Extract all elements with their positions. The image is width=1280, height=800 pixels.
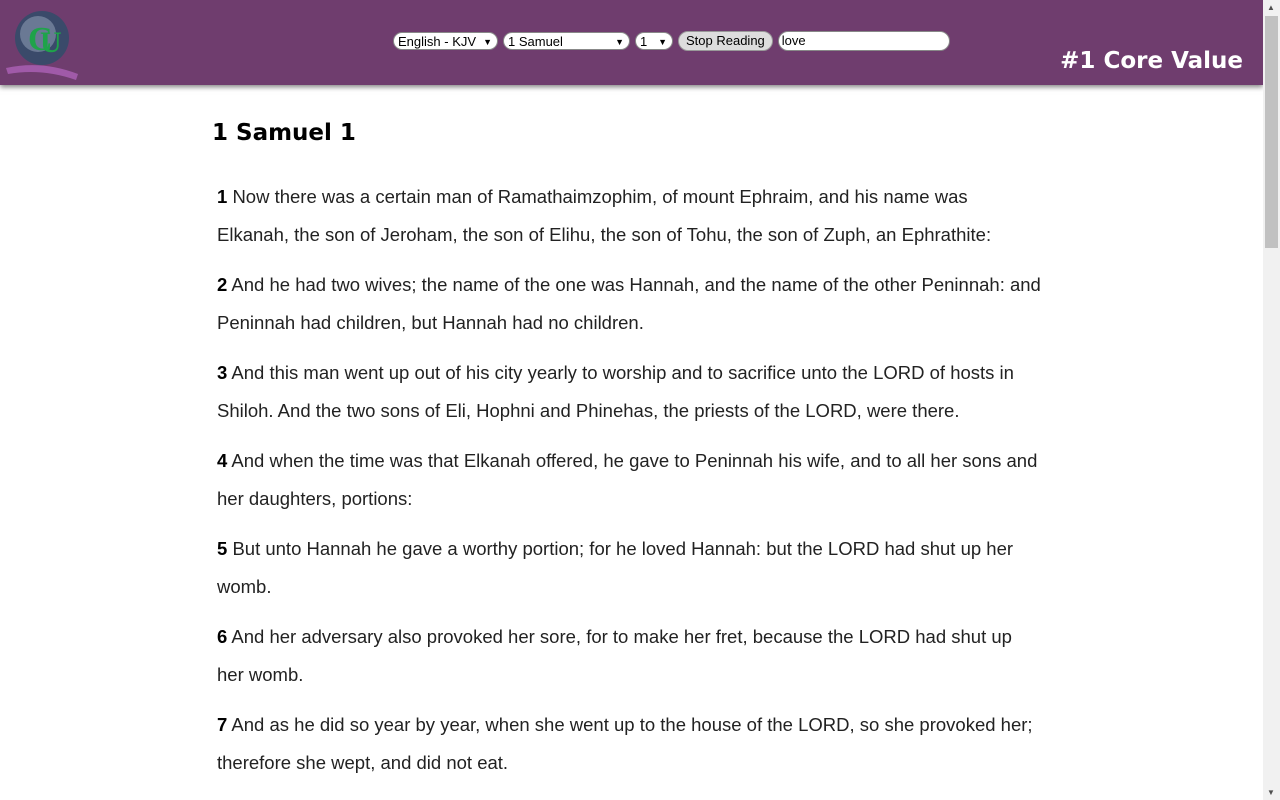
header: C U English - KJV ▼ 1 Samuel ▼ 1 ▼ Stop Rea… <box>0 0 1263 85</box>
verse: 6 And her adversary also provoked her so… <box>217 618 1042 694</box>
verse: 7 And as he did so year by year, when sh… <box>217 706 1042 782</box>
verse-number: 1 <box>217 186 228 207</box>
chapter-content: 1 Samuel 1 1 Now there was a certain man… <box>212 120 1042 794</box>
verse-text: And he had two wives; the name of the on… <box>217 274 1041 333</box>
search-input[interactable]: love <box>777 31 950 51</box>
dropdown-arrow-icon: ▼ <box>658 37 667 47</box>
verse: 5 But unto Hannah he gave a worthy porti… <box>217 530 1042 606</box>
verse-number: 6 <box>217 626 228 647</box>
chapter-title: 1 Samuel 1 <box>212 120 356 146</box>
core-value-label: #1 Core Value <box>1060 48 1243 74</box>
verse: 3 And this man went up out of his city y… <box>217 354 1042 430</box>
stop-reading-button[interactable]: Stop Reading <box>678 31 773 51</box>
verse-text: And as he did so year by year, when she … <box>217 714 1033 773</box>
verse-text: And her adversary also provoked her sore… <box>217 626 1012 685</box>
scroll-up-icon[interactable]: ▲ <box>1267 3 1275 12</box>
verse: 1 Now there was a certain man of Ramatha… <box>217 178 1042 254</box>
verse-number: 4 <box>217 450 228 471</box>
book-select[interactable]: 1 Samuel ▼ <box>503 32 630 50</box>
scrollbar-thumb[interactable] <box>1265 16 1278 248</box>
verse: 4 And when the time was that Elkanah off… <box>217 442 1042 518</box>
verse-text: But unto Hannah he gave a worthy portion… <box>217 538 1014 597</box>
dropdown-arrow-icon: ▼ <box>483 37 492 47</box>
verse-text: And this man went up out of his city yea… <box>217 362 1014 421</box>
svg-text:U: U <box>40 26 62 59</box>
verse-number: 2 <box>217 274 228 295</box>
verse-text: And when the time was that Elkanah offer… <box>217 450 1038 509</box>
verse: 2 And he had two wives; the name of the … <box>217 266 1042 342</box>
verse-number: 5 <box>217 538 228 559</box>
dropdown-arrow-icon: ▼ <box>615 37 624 47</box>
scrollbar[interactable]: ▲ ▼ <box>1263 0 1280 800</box>
verse-number: 7 <box>217 714 228 735</box>
chapter-select[interactable]: 1 ▼ <box>635 32 673 50</box>
verse-number: 3 <box>217 362 228 383</box>
version-select[interactable]: English - KJV ▼ <box>393 32 498 50</box>
verse-text: Now there was a certain man of Ramathaim… <box>217 186 992 245</box>
university-logo: C U <box>6 11 78 80</box>
scroll-down-icon[interactable]: ▼ <box>1267 788 1275 797</box>
